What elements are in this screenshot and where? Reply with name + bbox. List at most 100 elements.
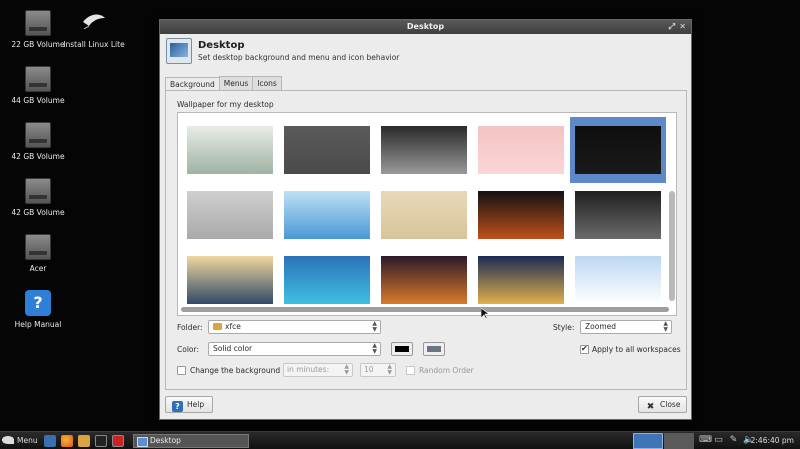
wallpaper-thumbnail-blue-feather[interactable] <box>284 191 370 239</box>
drive-icon <box>25 178 51 204</box>
wallpaper-thumbnail-orange-feather[interactable] <box>478 191 564 239</box>
folder-value: xfce <box>225 322 241 331</box>
apply-all-checkbox[interactable] <box>580 344 589 354</box>
wallpaper-thumbnail-sand-feather[interactable] <box>381 191 467 239</box>
menu-label: Menu <box>17 436 38 445</box>
desktop-icon-label: Help Manual <box>14 320 62 329</box>
logout-icon[interactable] <box>112 435 124 447</box>
help-label: Help <box>187 400 205 409</box>
file-manager-icon[interactable] <box>78 435 90 447</box>
wallpaper-thumbnail-lake-boat[interactable] <box>187 256 273 304</box>
desktop-icon-acer[interactable]: Acer <box>3 234 73 273</box>
close-button[interactable]: ✖ Close <box>638 396 687 413</box>
color-value: Solid color <box>213 344 253 353</box>
apply-all-label: Apply to all workspaces <box>592 345 681 354</box>
help-button[interactable]: ? Help <box>165 396 213 413</box>
maximize-icon[interactable]: ⤢ <box>669 20 675 34</box>
close-icon[interactable]: ✕ <box>679 20 686 34</box>
wallpaper-thumbnail-city-night[interactable] <box>478 256 564 304</box>
workspace-2[interactable] <box>664 433 694 449</box>
drive-icon <box>25 234 51 260</box>
wallpaper-grid <box>177 112 677 316</box>
battery-icon[interactable]: ▭ <box>713 435 724 446</box>
menu-button[interactable]: Menu <box>2 434 38 448</box>
combo-arrows-icon: ▲ ▼ <box>372 320 377 333</box>
horizontal-scrollbar[interactable] <box>181 307 669 312</box>
drive-icon <box>25 10 51 36</box>
wallpaper-thumbnail-rock-sea[interactable] <box>284 256 370 304</box>
random-order-checkbox[interactable] <box>406 366 415 375</box>
folder-combo[interactable]: xfce ▲ ▼ <box>208 320 381 334</box>
desktop-settings-icon <box>166 38 192 64</box>
help-icon: ? <box>25 290 51 316</box>
folder-icon <box>213 323 222 330</box>
style-combo[interactable]: Zoomed ▲ ▼ <box>580 320 672 334</box>
wallpaper-thumbnail-black-linuxlite[interactable] <box>575 126 661 174</box>
wallpaper-thumbnail-stadium-night[interactable] <box>381 256 467 304</box>
background-panel: Wallpaper for my desktop Folder: xfce ▲ ▼… <box>165 90 687 390</box>
change-background-checkbox[interactable] <box>177 366 186 375</box>
clock[interactable]: 2:46:40 pm <box>751 432 794 449</box>
desktop-icon-44gb[interactable]: 44 GB Volume <box>3 66 73 105</box>
style-label: Style: <box>553 323 575 332</box>
window-titlebar[interactable]: Desktop ⤢ ✕ <box>160 20 691 34</box>
combo-arrows-icon: ▲ ▼ <box>663 320 668 333</box>
interval-value: 10 <box>364 365 374 374</box>
vertical-scrollbar[interactable] <box>669 113 675 311</box>
header-subtitle: Set desktop background and menu and icon… <box>198 53 400 62</box>
folder-label: Folder: <box>177 323 203 332</box>
desktop-settings-window: Desktop ⤢ ✕ Desktop Set desktop backgrou… <box>159 19 692 420</box>
keyboard-icon[interactable]: ⌨ <box>699 435 712 446</box>
desktop-icon-label: 42 GB Volume <box>11 152 65 161</box>
tab-menus[interactable]: Menus <box>218 76 254 90</box>
window-title: Desktop <box>406 22 445 31</box>
color2-swatch <box>427 346 441 352</box>
wallpaper-label: Wallpaper for my desktop <box>177 100 274 109</box>
close-label: Close <box>660 400 681 409</box>
workspace-1[interactable] <box>633 433 663 449</box>
linuxlite-menu-icon <box>2 436 14 444</box>
wallpaper-thumbnail-grey-feather[interactable] <box>187 191 273 239</box>
desktop-icon-label: 44 GB Volume <box>11 96 65 105</box>
tab-icons[interactable]: Icons <box>252 76 282 90</box>
network-icon[interactable]: ✎ <box>728 435 739 446</box>
interval-value-spin[interactable]: 10 ▲ ▼ <box>360 363 396 377</box>
desktop-icon-install-linux-lite[interactable]: Install Linux Lite <box>59 10 129 49</box>
wallpaper-thumbnail-dark-linuxlite[interactable] <box>575 191 661 239</box>
change-background-label: Change the background <box>190 366 281 375</box>
linuxlite-feather-icon <box>81 10 107 36</box>
taskbar-task-desktop[interactable]: Desktop <box>133 434 249 448</box>
wallpaper-thumbnail-dark-waves[interactable] <box>381 126 467 174</box>
style-value: Zoomed <box>585 322 616 331</box>
desktop-icon-label: Install Linux Lite <box>63 40 125 49</box>
desktop-icon-help-manual[interactable]: ? Help Manual <box>3 290 73 329</box>
desktop-icon-label: 42 GB Volume <box>11 208 65 217</box>
show-desktop-icon[interactable] <box>44 435 56 447</box>
color-combo[interactable]: Solid color ▲ ▼ <box>208 342 381 356</box>
color1-button[interactable] <box>391 342 413 356</box>
drive-icon <box>25 122 51 148</box>
random-order-label: Random Order <box>419 366 474 375</box>
color1-swatch <box>395 346 409 352</box>
wallpaper-thumbnail-grey-linuxlite[interactable] <box>284 126 370 174</box>
tab-background[interactable]: Background <box>165 77 220 91</box>
interval-unit-spin[interactable]: in minutes: ▲ ▼ <box>283 363 353 377</box>
desktop-icon-42gb-2[interactable]: 42 GB Volume <box>3 178 73 217</box>
color2-button[interactable] <box>423 342 445 356</box>
firefox-icon[interactable] <box>61 435 73 447</box>
wallpaper-thumbnail-misty-shore[interactable] <box>187 126 273 174</box>
spin-arrows-icon: ▲ ▼ <box>344 363 349 376</box>
wallpaper-thumbnail-pink-feather[interactable] <box>478 126 564 174</box>
interval-unit: in minutes: <box>287 365 330 374</box>
header-title: Desktop <box>198 40 245 51</box>
help-icon: ? <box>172 401 183 412</box>
tab-bar: Background Menus Icons <box>165 76 282 91</box>
close-x-icon: ✖ <box>646 402 655 412</box>
dialog-header: Desktop Set desktop background and menu … <box>160 34 691 70</box>
desktop-icon-42gb-1[interactable]: 42 GB Volume <box>3 122 73 161</box>
color-label: Color: <box>177 345 199 354</box>
spin-arrows-icon: ▲ ▼ <box>387 363 392 376</box>
terminal-icon[interactable] <box>95 435 107 447</box>
drive-icon <box>25 66 51 92</box>
wallpaper-thumbnail-snow-cabin[interactable] <box>575 256 661 304</box>
